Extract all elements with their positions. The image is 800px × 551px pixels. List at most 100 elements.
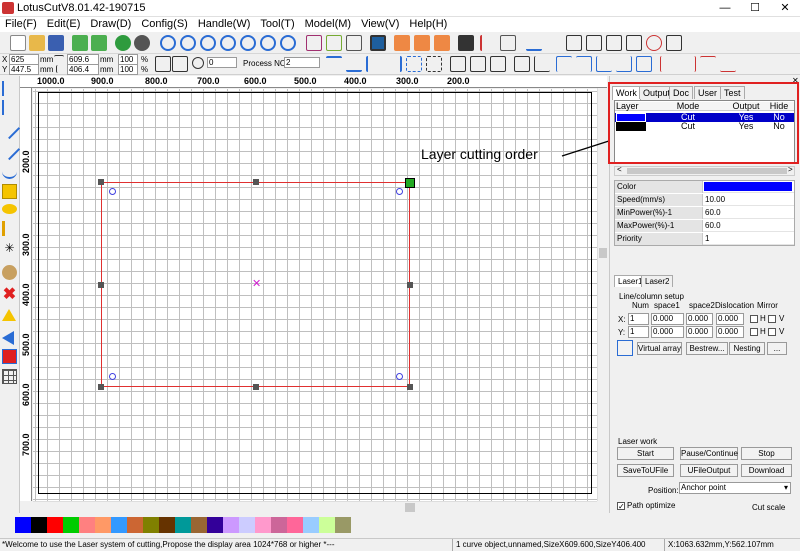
monitor-icon[interactable]	[370, 35, 386, 51]
polyline-tool-icon[interactable]	[0, 138, 21, 161]
palette-swatch[interactable]	[303, 517, 319, 533]
menu-config[interactable]: Config(S)	[136, 17, 192, 31]
menu-edit[interactable]: Edit(E)	[42, 17, 86, 31]
resize-handle[interactable]	[98, 179, 104, 185]
palette-swatch[interactable]	[63, 517, 79, 533]
palette-swatch[interactable]	[79, 517, 95, 533]
rotation-marker[interactable]	[396, 373, 403, 380]
palette-swatch[interactable]	[143, 517, 159, 533]
canvas-horizontal-scrollbar[interactable]	[33, 501, 597, 513]
nesting-button[interactable]: Nesting	[729, 342, 765, 355]
edge-top-icon[interactable]	[700, 56, 716, 72]
zoom-all-icon[interactable]	[280, 35, 296, 51]
start-point-handle[interactable]	[405, 178, 415, 188]
menu-help[interactable]: Help(H)	[404, 17, 452, 31]
rotation-marker[interactable]	[396, 188, 403, 195]
palette-swatch[interactable]	[287, 517, 303, 533]
array-grid-icon[interactable]	[434, 35, 450, 51]
corner-all-icon[interactable]	[636, 56, 652, 72]
close-button[interactable]: ✕	[770, 0, 800, 17]
mirror-horizontal-icon[interactable]	[2, 309, 16, 321]
prop-row-minpower[interactable]: MinPower(%)-1 60.0	[615, 207, 794, 219]
prop-value[interactable]: 60.0	[705, 207, 721, 219]
cloud-icon[interactable]	[646, 35, 662, 51]
align-top-icon[interactable]	[326, 56, 342, 72]
mirror-v-checkbox[interactable]	[768, 315, 776, 323]
y-position-field[interactable]: 447.5	[9, 64, 39, 75]
import-icon[interactable]	[72, 35, 88, 51]
delete-icon[interactable]: ✖	[2, 287, 17, 303]
distribute-icon[interactable]	[426, 56, 442, 72]
scale-height-field[interactable]: 100	[118, 64, 138, 75]
palette-swatch[interactable]	[159, 517, 175, 533]
resize-handle[interactable]	[407, 282, 413, 288]
menu-model[interactable]: Model(M)	[300, 17, 356, 31]
array-grid-tool-icon[interactable]	[2, 369, 17, 384]
align-height-icon[interactable]	[626, 35, 642, 51]
array-copy-icon[interactable]	[414, 35, 430, 51]
prop-color-swatch[interactable]	[704, 182, 792, 191]
same-height-icon[interactable]	[490, 56, 506, 72]
array-icon[interactable]	[394, 35, 410, 51]
start-button[interactable]: Start	[617, 447, 674, 460]
align-right-icon[interactable]	[386, 56, 402, 72]
mirror-v-checkbox[interactable]	[768, 328, 776, 336]
ruler-icon[interactable]	[500, 35, 516, 51]
corner-top-left-icon[interactable]	[556, 56, 572, 72]
palette-swatch[interactable]	[207, 517, 223, 533]
rectangle-tool-icon[interactable]	[566, 35, 582, 51]
path-optimize-checkbox[interactable]: ✓	[617, 502, 625, 511]
resize-handle[interactable]	[98, 384, 104, 390]
resize-handle[interactable]	[253, 179, 259, 185]
select-arrow-icon[interactable]	[2, 81, 17, 96]
palette-swatch[interactable]	[127, 517, 143, 533]
new-file-icon[interactable]	[10, 35, 26, 51]
edge-left-icon[interactable]	[660, 56, 676, 72]
palette-swatch[interactable]	[31, 517, 47, 533]
palette-swatch[interactable]	[175, 517, 191, 533]
array-x-dislocation[interactable]: 0.000	[716, 313, 744, 325]
ufile-output-button[interactable]: UFileOutput	[680, 464, 738, 477]
polyline-icon[interactable]	[526, 35, 542, 51]
array-y-dislocation[interactable]: 0.000	[716, 326, 744, 338]
same-width-icon[interactable]	[470, 56, 486, 72]
virtual-array-button[interactable]: Virtual array	[637, 342, 682, 355]
array-y-space1[interactable]: 0.000	[651, 326, 684, 338]
tab-laser2[interactable]: Laser2	[641, 275, 674, 287]
redo-icon[interactable]	[134, 35, 150, 51]
line-tool-icon[interactable]	[0, 117, 21, 140]
sort-icon[interactable]	[346, 35, 362, 51]
resize-handle[interactable]	[98, 282, 104, 288]
horizontal-scroll-thumb[interactable]	[405, 503, 415, 512]
align-left-icon[interactable]	[366, 56, 382, 72]
menu-handle[interactable]: Handle(W)	[193, 17, 256, 31]
prop-value[interactable]: 60.0	[705, 220, 721, 232]
palette-swatch[interactable]	[319, 517, 335, 533]
zoom-icon[interactable]	[160, 35, 176, 51]
palette-swatch[interactable]	[223, 517, 239, 533]
mirror-icon[interactable]	[172, 56, 188, 72]
chevron-down-icon[interactable]: ▾	[784, 483, 788, 493]
magic-wand-icon[interactable]	[480, 35, 496, 51]
palette-swatch[interactable]	[239, 517, 255, 533]
prop-row-maxpower[interactable]: MaxPower(%)-1 60.0	[615, 220, 794, 232]
scroll-left-icon[interactable]: <	[617, 165, 622, 174]
array-y-num[interactable]: 1	[628, 326, 649, 338]
array-y-space2[interactable]: 0.000	[686, 326, 713, 338]
array-x-space2[interactable]: 0.000	[686, 313, 713, 325]
palette-swatch[interactable]	[271, 517, 287, 533]
laser-head-icon[interactable]	[458, 35, 474, 51]
corner-bottom-right-icon[interactable]	[616, 56, 632, 72]
layer-scroll-thumb[interactable]	[627, 168, 787, 174]
save-to-ufile-button[interactable]: SaveToUFile	[617, 464, 674, 477]
position-select[interactable]: Anchor point ▾	[679, 482, 791, 494]
palette-icon[interactable]	[2, 265, 17, 280]
mirror-vertical-icon[interactable]	[2, 331, 14, 345]
menu-tool[interactable]: Tool(T)	[255, 17, 299, 31]
palette-swatch[interactable]	[191, 517, 207, 533]
vertical-scroll-thumb[interactable]	[599, 248, 607, 258]
minimize-button[interactable]: —	[710, 0, 740, 17]
align-center-icon[interactable]	[406, 56, 422, 72]
mirror-h-checkbox[interactable]	[750, 315, 758, 323]
palette-swatch[interactable]	[47, 517, 63, 533]
